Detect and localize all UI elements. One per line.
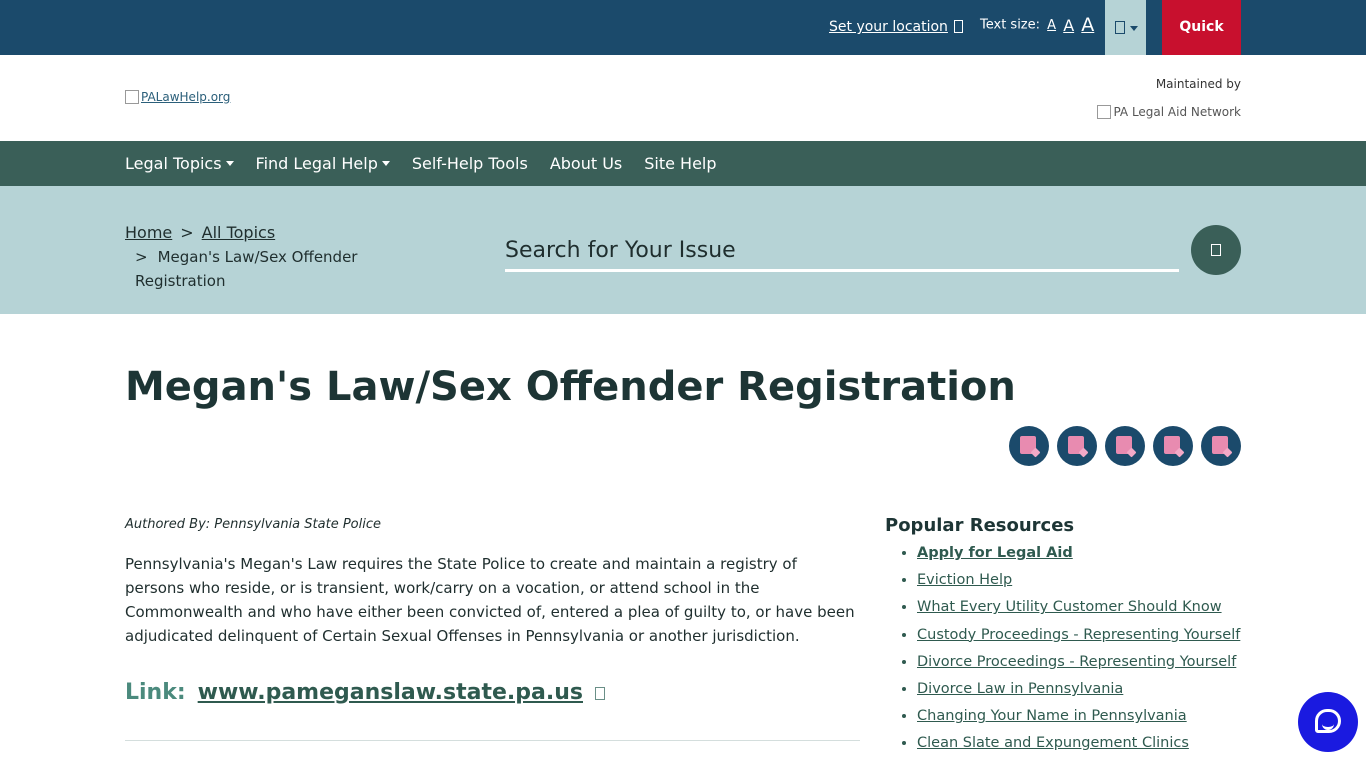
chat-icon	[1315, 709, 1341, 733]
nav-item-label: About Us	[549, 154, 623, 173]
share-twitter-button[interactable]	[1057, 426, 1097, 466]
list-item: Apply for Legal Aid	[917, 540, 1245, 567]
site-header: PALawHelp.org Maintained by PA Legal Aid…	[0, 55, 1366, 141]
nav-item-label: Self-Help Tools	[411, 154, 528, 173]
share-email-button[interactable]	[1105, 426, 1145, 466]
popular-resource-link[interactable]: What Every Utility Customer Should Know	[917, 599, 1222, 615]
share-copy-link-button[interactable]	[1201, 426, 1241, 466]
nav-item-label: Legal Topics	[125, 154, 222, 173]
set-location-label: Set your location	[829, 19, 948, 35]
article-body: Pennsylvania's Megan's Law requires the …	[125, 555, 855, 645]
language-dropdown[interactable]	[1105, 0, 1146, 55]
nav-item-about-us[interactable]: About Us	[550, 154, 622, 173]
breadcrumb-separator: >	[180, 223, 194, 242]
resource-link-label: Link:	[125, 680, 186, 705]
maintained-by-label: Maintained by	[1155, 77, 1241, 91]
breadcrumb-current: Megan's Law/Sex Offender Registration	[135, 248, 358, 290]
text-size-large[interactable]: A	[1081, 14, 1094, 36]
nav-item-self-help-tools[interactable]: Self-Help Tools	[412, 154, 528, 173]
share-print-button[interactable]	[1153, 426, 1193, 466]
list-item: Divorce Proceedings - Representing Yours…	[917, 649, 1245, 676]
breadcrumb-all-topics[interactable]: All Topics	[202, 223, 276, 242]
text-size-medium[interactable]: A	[1063, 16, 1074, 35]
chevron-down-icon	[1130, 26, 1138, 31]
globe-icon	[1115, 21, 1125, 34]
quick-exit-button[interactable]: Quick Exit	[1162, 0, 1241, 90]
chevron-down-icon	[225, 161, 234, 166]
site-logo-alt: PALawHelp.org	[141, 90, 231, 104]
nav-item-legal-topics[interactable]: Legal Topics	[125, 154, 234, 173]
popular-resource-link[interactable]: Divorce Proceedings - Representing Yours…	[917, 654, 1236, 670]
nav-item-find-legal-help[interactable]: Find Legal Help	[256, 154, 390, 173]
list-item: Clean Slate and Expungement Clinics	[917, 730, 1245, 757]
facebook-icon	[1020, 436, 1036, 454]
popular-resource-link[interactable]: Apply for Legal Aid	[917, 545, 1073, 561]
chat-launcher-button[interactable]	[1298, 692, 1358, 752]
twitter-icon	[1068, 436, 1084, 454]
page-title: Megan's Law/Sex Offender Registration	[125, 364, 1016, 410]
search-button[interactable]	[1191, 225, 1241, 275]
popular-resource-link[interactable]: Clean Slate and Expungement Clinics	[917, 735, 1189, 751]
list-item: What Every Utility Customer Should Know	[917, 594, 1245, 621]
breadcrumb-separator: >	[135, 248, 148, 266]
popular-resource-link[interactable]: Custody Proceedings - Representing Yours…	[917, 627, 1240, 643]
list-item: Eviction Help	[917, 567, 1245, 594]
breadcrumb: Home > All Topics > Megan's Law/Sex Offende…	[125, 221, 445, 293]
list-item: Divorce Law in Pennsylvania	[917, 676, 1245, 703]
site-logo[interactable]: PALawHelp.org	[125, 90, 230, 104]
external-link-icon	[595, 687, 605, 700]
search-input[interactable]	[505, 232, 1179, 272]
broken-image-icon	[1097, 105, 1112, 119]
resource-link[interactable]: www.pameganslaw.state.pa.us	[198, 680, 583, 705]
print-icon	[1164, 436, 1180, 454]
article-author: Authored By: Pennsylvania State Police	[125, 517, 381, 532]
location-icon	[953, 20, 963, 33]
share-facebook-button[interactable]	[1009, 426, 1049, 466]
popular-resource-link[interactable]: Eviction Help	[917, 572, 1012, 588]
utility-bar: Set your location Text size: A A A Quick…	[0, 0, 1366, 90]
text-size-label: Text size:	[980, 17, 1041, 33]
network-logo-alt: PA Legal Aid Network	[1113, 105, 1241, 119]
resource-link-row: Link: www.pameganslaw.state.pa.us	[125, 680, 605, 705]
broken-image-icon	[125, 90, 139, 104]
chevron-down-icon	[381, 161, 390, 166]
search-icon	[1211, 244, 1221, 256]
text-size-small[interactable]: A	[1047, 18, 1056, 33]
popular-resources-heading: Popular Resources	[885, 515, 1075, 536]
link-icon	[1212, 436, 1228, 454]
share-buttons	[1009, 426, 1241, 466]
list-item: Changing Your Name in Pennsylvania	[917, 703, 1245, 730]
nav-item-label: Find Legal Help	[255, 154, 378, 173]
set-location-link[interactable]: Set your location	[829, 19, 963, 35]
popular-resources: Popular Resources Apply for Legal Aid Ev…	[885, 515, 1245, 758]
popular-resource-link[interactable]: Changing Your Name in Pennsylvania	[917, 708, 1187, 724]
breadcrumb-home[interactable]: Home	[125, 223, 172, 242]
main-nav: Legal Topics Find Legal Help Self-Help T…	[0, 141, 1366, 186]
text-size-control: Text size: A A A	[980, 14, 1094, 36]
network-logo[interactable]: PA Legal Aid Network	[1097, 105, 1241, 119]
popular-resource-link[interactable]: Divorce Law in Pennsylvania	[917, 681, 1123, 697]
nav-item-site-help[interactable]: Site Help	[644, 154, 716, 173]
nav-item-label: Site Help	[644, 154, 717, 173]
search-band: Home > All Topics > Megan's Law/Sex Offende…	[0, 186, 1366, 314]
list-item: Custody Proceedings - Representing Yours…	[917, 622, 1245, 649]
email-icon	[1116, 436, 1132, 454]
divider	[125, 740, 860, 741]
